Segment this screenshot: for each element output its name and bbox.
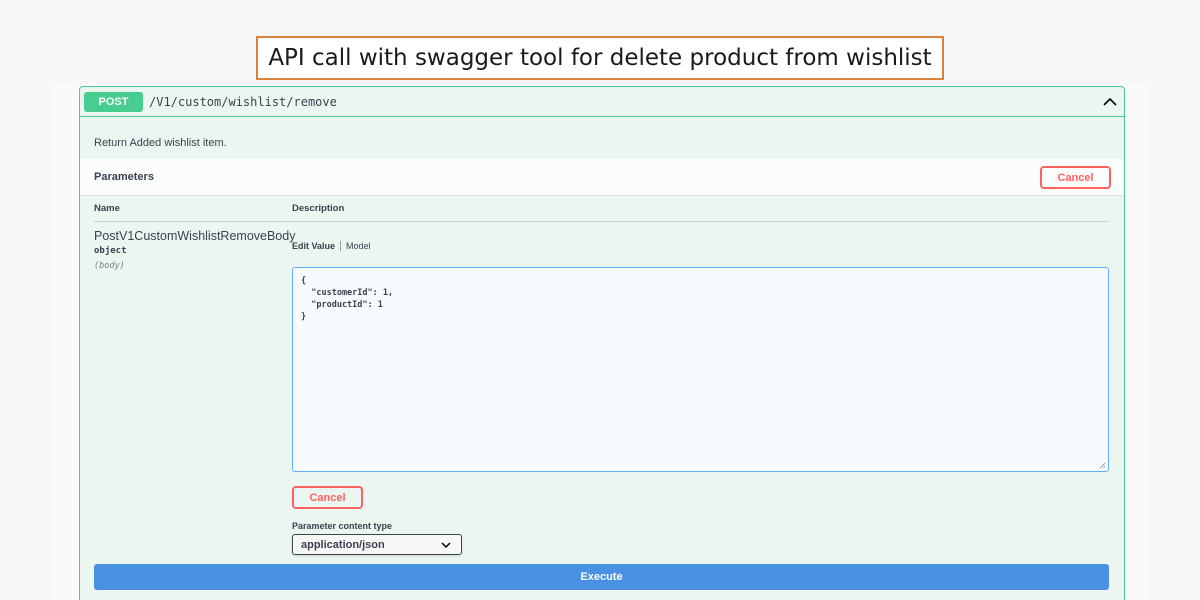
cancel-button-bottom[interactable]: Cancel: [292, 486, 363, 509]
content-type-value: application/json: [301, 538, 385, 551]
column-header-name: Name: [94, 203, 120, 214]
operation-description: Return Added wishlist item.: [94, 137, 227, 149]
banner-title: API call with swagger tool for delete pr…: [256, 36, 944, 80]
body-tabs: Edit Value Model: [292, 241, 371, 251]
content-type-select[interactable]: application/json: [292, 534, 462, 555]
tab-edit-value[interactable]: Edit Value: [292, 241, 335, 251]
parameter-type: object: [94, 246, 127, 256]
resize-handle-icon[interactable]: [1099, 462, 1106, 469]
column-divider: [94, 221, 1109, 222]
parameter-name: PostV1CustomWishlistRemoveBody: [94, 229, 296, 243]
chevron-down-icon: [441, 542, 451, 549]
parameter-location: (body): [94, 261, 125, 271]
content-type-label: Parameter content type: [292, 521, 393, 531]
request-body-editor[interactable]: { "customerId": 1, "productId": 1 }: [292, 267, 1109, 472]
cancel-button[interactable]: Cancel: [1040, 166, 1111, 189]
tab-separator: [340, 241, 342, 251]
parameters-title: Parameters: [94, 171, 154, 183]
tab-model[interactable]: Model: [346, 241, 371, 251]
column-header-description: Description: [292, 203, 345, 214]
parameters-header: Parameters Cancel: [80, 159, 1124, 196]
method-badge: POST: [84, 91, 143, 112]
request-body-text: { "customerId": 1, "productId": 1 }: [301, 276, 394, 322]
chevron-up-icon[interactable]: [1102, 94, 1118, 110]
opblock-summary[interactable]: POST /V1/custom/wishlist/remove: [80, 87, 1124, 117]
operation-path: /V1/custom/wishlist/remove: [149, 94, 337, 109]
opblock-post: POST /V1/custom/wishlist/remove Return A…: [79, 86, 1125, 600]
execute-button[interactable]: Execute: [94, 564, 1109, 590]
